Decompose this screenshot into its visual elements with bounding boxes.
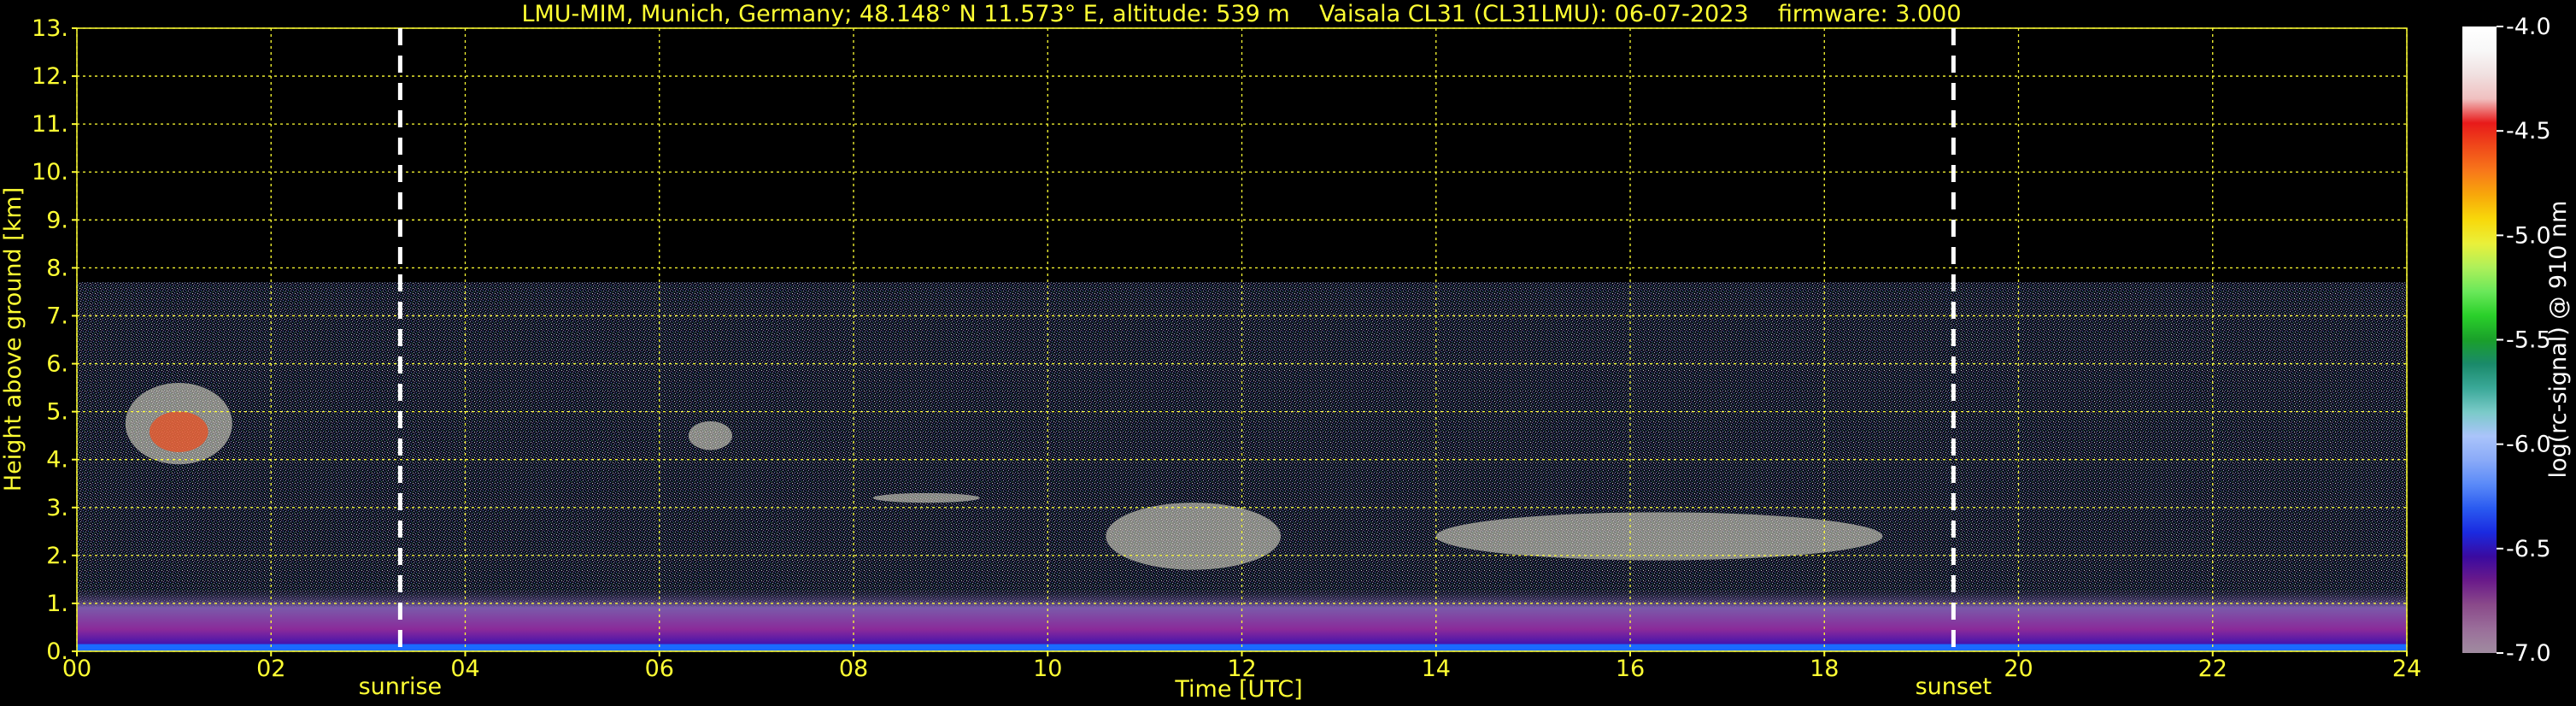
x-tick-label: 06 xyxy=(645,656,674,682)
colorbar-tick-label: -6.0 xyxy=(2506,432,2551,458)
colorbar-scale xyxy=(2462,26,2497,653)
x-tick-label: 18 xyxy=(1810,656,1839,682)
cloud-feature-3 xyxy=(1106,503,1281,570)
y-tick-label: 5. xyxy=(46,399,68,426)
cloud-feature-1 xyxy=(688,421,732,450)
colorbar-ticks: -4.0 -4.5 -5.0 -5.5 -6.0 -6.5 -7.0 xyxy=(2497,14,2551,667)
y-tick-label: 8. xyxy=(46,255,68,281)
sunset-label: sunset xyxy=(1916,674,1992,700)
x-tick-label: 08 xyxy=(839,656,868,682)
x-tick-label: 16 xyxy=(1616,656,1645,682)
x-tick-label: 02 xyxy=(256,656,285,682)
y-tick-label: 13. xyxy=(32,15,68,42)
y-axis-label: Height above ground [km] xyxy=(0,187,26,491)
cloud-core-0 xyxy=(149,411,208,453)
x-axis-label: Time [UTC] xyxy=(1174,676,1302,703)
colorbar-tick-label: -4.0 xyxy=(2506,14,2551,40)
y-tick-label: 7. xyxy=(46,303,68,329)
colorbar-tick-label: -6.5 xyxy=(2506,536,2551,562)
y-tick-label: 3. xyxy=(46,495,68,521)
colorbar: -4.0 -4.5 -5.0 -5.5 -6.0 -6.5 -7.0 log(rc-sign… xyxy=(2462,14,2572,667)
cloud-feature-4 xyxy=(1435,512,1883,561)
x-tick-label: 20 xyxy=(2004,656,2033,682)
colorbar-label: log(rc-signal) @ 910 nm xyxy=(2545,201,2572,479)
colorbar-tick-label: -5.0 xyxy=(2506,222,2551,249)
y-tick-label: 10. xyxy=(32,159,68,185)
colorbar-tick-label: -4.5 xyxy=(2506,118,2551,144)
x-tick-label: 10 xyxy=(1033,656,1062,682)
x-tick-label: 14 xyxy=(1422,656,1451,682)
y-tick-label: 12. xyxy=(32,63,68,90)
colorbar-tick-label: -7.0 xyxy=(2506,640,2551,667)
sunrise-label: sunrise xyxy=(359,674,443,700)
cloud-feature-2 xyxy=(872,492,980,503)
y-tick-label: 11. xyxy=(32,111,68,138)
y-tick-label: 9. xyxy=(46,207,68,233)
colorbar-tick-label: -5.5 xyxy=(2506,327,2551,354)
chart-title: LMU-MIM, Munich, Germany; 48.148° N 11.5… xyxy=(521,1,1961,27)
x-tick-label: 24 xyxy=(2392,656,2421,682)
x-tick-label: 04 xyxy=(450,656,479,682)
y-tick-label: 0. xyxy=(46,638,68,665)
x-tick-label: 22 xyxy=(2198,656,2227,682)
y-tick-label: 2. xyxy=(46,543,68,569)
y-tick-label: 1. xyxy=(46,591,68,617)
ceilometer-chart: sunrise sunset 00 02 04 06 08 10 12 14 16 18 20 22 24… xyxy=(0,1,2572,703)
y-tick-label: 4. xyxy=(46,447,68,474)
y-tick-label: 6. xyxy=(46,351,68,378)
